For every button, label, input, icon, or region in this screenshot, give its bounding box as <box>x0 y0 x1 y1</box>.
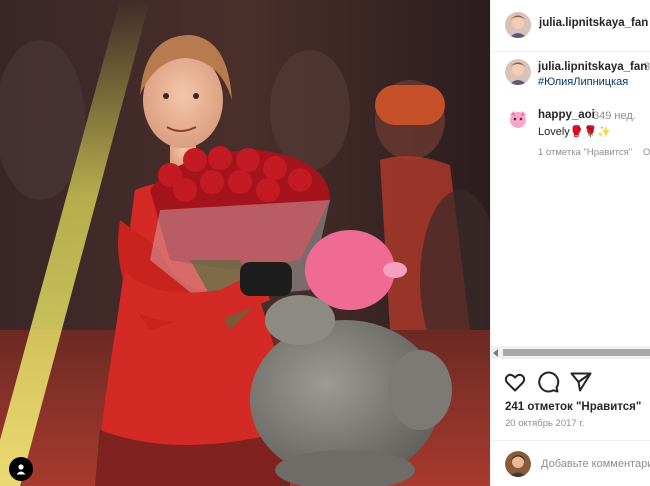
caption-author-avatar[interactable] <box>505 59 531 85</box>
current-user-avatar <box>505 451 531 477</box>
caption-hashtag[interactable]: #ЮлияЛипницкая <box>538 76 628 88</box>
post-side-panel: julia.lipnitskaya_fan julia.lipnitskaya_… <box>490 0 650 486</box>
commenter-username[interactable]: happy_aoi <box>538 109 595 121</box>
paper-plane-icon[interactable] <box>569 370 593 394</box>
add-comment-input[interactable] <box>541 458 650 470</box>
post-date[interactable]: 20 октябрь 2017 г. <box>505 418 584 429</box>
author-username[interactable]: julia.lipnitskaya_fan <box>539 17 648 29</box>
scroll-left-arrow-icon[interactable] <box>493 349 498 357</box>
comment-bubble-icon[interactable] <box>536 370 560 394</box>
caption-time: 3 <box>644 61 650 73</box>
comment-reply-button[interactable]: О <box>643 147 650 158</box>
add-comment-bar <box>491 440 650 486</box>
avatar-image <box>505 108 531 134</box>
avatar-image <box>505 12 531 38</box>
like-count[interactable]: 241 отметок "Нравится" <box>505 401 641 413</box>
author-avatar[interactable] <box>505 12 531 38</box>
avatar-image <box>505 451 531 477</box>
tagged-users-button[interactable] <box>9 457 33 481</box>
person-icon <box>16 464 26 475</box>
commenter-avatar[interactable] <box>505 108 531 134</box>
avatar-image <box>505 59 531 85</box>
caption-username[interactable]: julia.lipnitskaya_fan <box>538 61 647 73</box>
post-photo-image <box>0 0 490 486</box>
comment-time: 349 нед. <box>593 110 636 122</box>
scrollbar-thumb[interactable] <box>503 349 650 356</box>
post-header: julia.lipnitskaya_fan <box>491 0 650 52</box>
horizontal-scrollbar[interactable] <box>491 346 650 359</box>
heart-icon[interactable] <box>503 370 527 394</box>
comment-text: Lovely🥊🌹✨ <box>538 126 611 138</box>
comment-like-count[interactable]: 1 отметка "Нравится" <box>538 147 632 158</box>
post-photo[interactable] <box>0 0 490 486</box>
